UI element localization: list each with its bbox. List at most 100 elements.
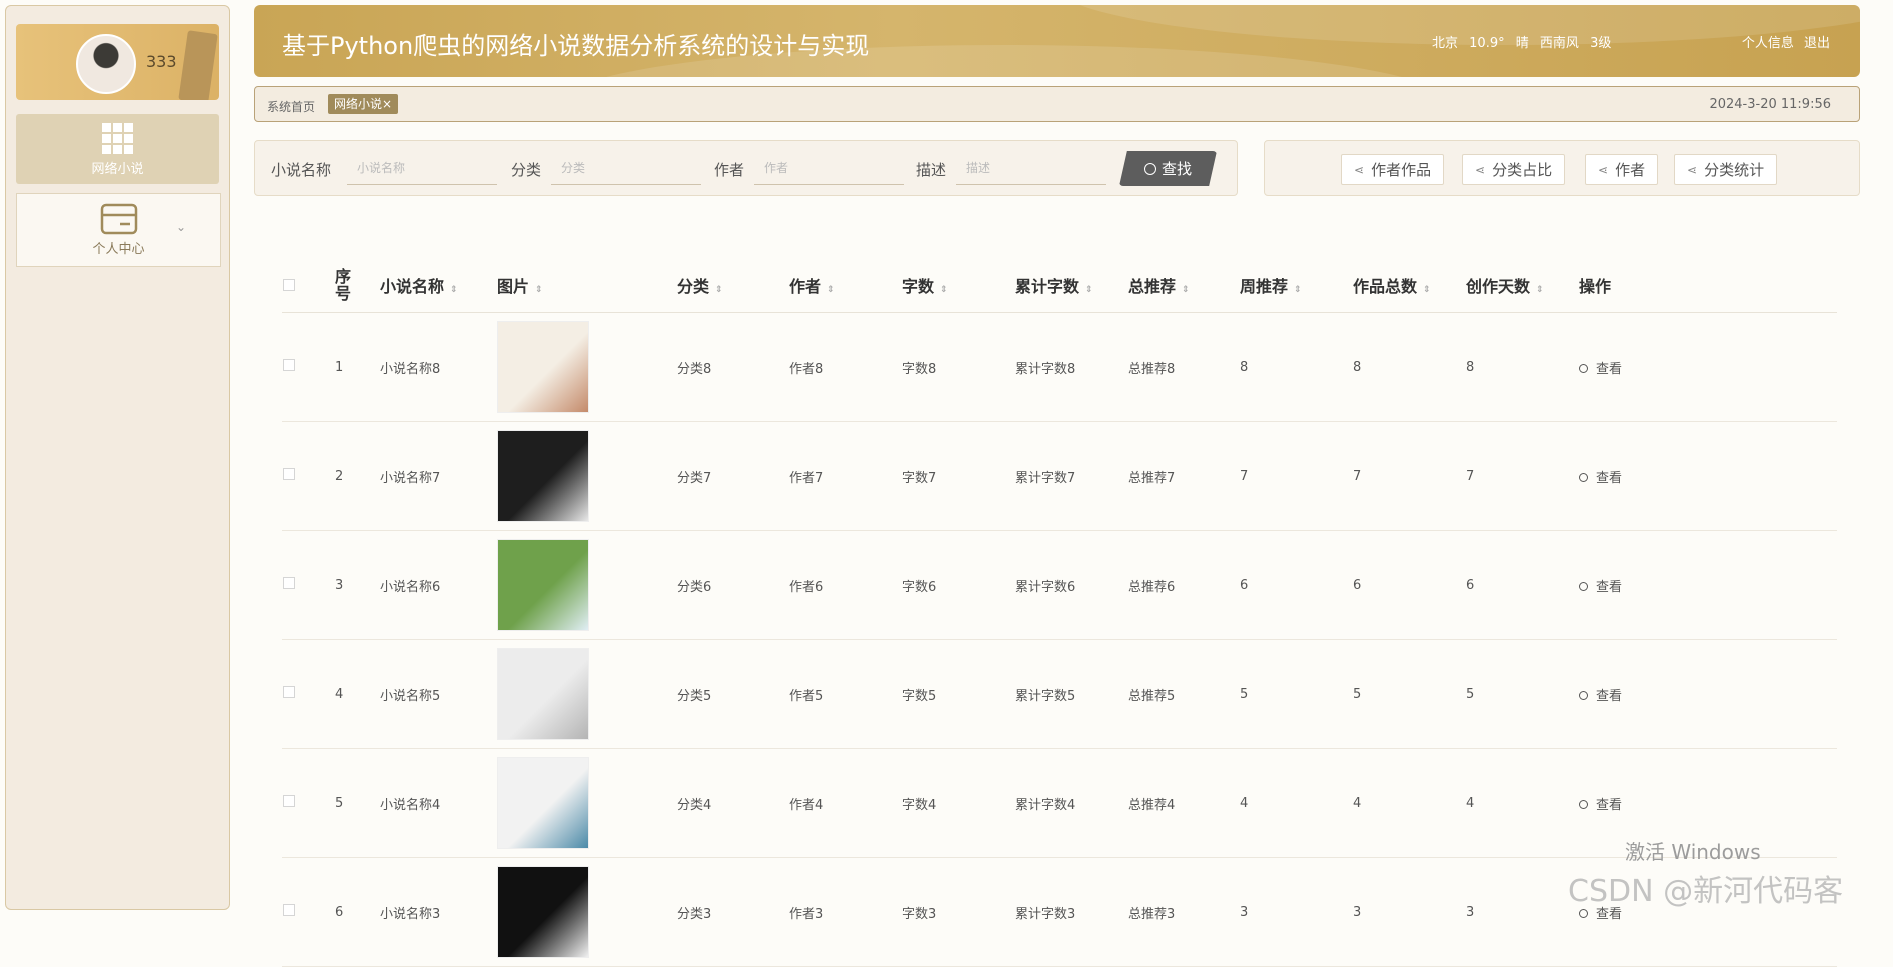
select-cell [282, 639, 334, 749]
author-input[interactable] [754, 151, 904, 185]
book-cover-image[interactable] [497, 757, 589, 849]
view-button[interactable]: 查看 [1579, 798, 1622, 813]
novel-name-input[interactable] [347, 151, 497, 185]
total-words-cell-text: 累计字数5 [1015, 688, 1076, 704]
words-cell: 字数6 [901, 530, 1014, 640]
author-cell: 作者6 [788, 530, 901, 640]
col-total-words[interactable]: 累计字数 ⇕ [1014, 258, 1127, 313]
view-button[interactable]: 查看 [1579, 362, 1622, 377]
chevron-down-icon[interactable]: ⌄ [176, 220, 186, 234]
col-name[interactable]: 小说名称 ⇕ [379, 258, 496, 313]
works-cell: 6 [1352, 530, 1465, 640]
sort-icon[interactable]: ⇕ [535, 285, 543, 295]
sort-icon[interactable]: ⇕ [1182, 285, 1190, 295]
sort-icon[interactable]: ⇕ [1294, 285, 1302, 295]
row-checkbox[interactable] [283, 904, 295, 916]
total-words-cell: 累计字数7 [1014, 421, 1127, 531]
sort-icon[interactable]: ⇕ [1536, 285, 1544, 295]
description-label: 描述 [916, 161, 947, 179]
col-image[interactable]: 图片 ⇕ [496, 258, 676, 313]
book-cover-image[interactable] [497, 866, 589, 958]
col-days[interactable]: 创作天数 ⇕ [1465, 258, 1578, 313]
col-index: 序号 [334, 258, 379, 313]
days-cell: 3 [1465, 857, 1578, 967]
col-works[interactable]: 作品总数 ⇕ [1352, 258, 1465, 313]
category-cell: 分类6 [676, 530, 788, 640]
col-week-rec[interactable]: 周推荐 ⇕ [1239, 258, 1352, 313]
col-works-label: 作品总数 [1353, 277, 1418, 296]
category-cell-text: 分类6 [677, 579, 712, 595]
profile-link[interactable]: 个人信息 [1742, 36, 1794, 51]
search-button[interactable]: 查找 [1119, 151, 1217, 186]
select-cell [282, 312, 334, 422]
days-cell: 7 [1465, 421, 1578, 531]
image-cell [496, 748, 676, 858]
sort-icon[interactable]: ⇕ [715, 285, 723, 295]
sidebar-item-label: 个人中心 [92, 242, 145, 257]
category-stats-button[interactable]: ⋖ 分类统计 [1674, 154, 1778, 185]
category-input[interactable] [551, 151, 701, 185]
image-cell [496, 421, 676, 531]
sidebar-item-personal-center[interactable]: 个人中心 ⌄ [16, 193, 221, 267]
days-cell-text: 5 [1466, 686, 1475, 702]
author-cell-text: 作者5 [789, 688, 824, 704]
col-author[interactable]: 作者 ⇕ [788, 258, 901, 313]
avatar[interactable] [76, 34, 136, 94]
index-cell-text: 3 [335, 577, 344, 593]
total-rec-cell-text: 总推荐3 [1128, 906, 1176, 922]
book-cover-image[interactable] [497, 430, 589, 522]
total-rec-cell-text: 总推荐8 [1128, 361, 1176, 377]
index-cell: 1 [334, 312, 379, 422]
username: 333 [146, 52, 177, 71]
book-cover-image[interactable] [497, 648, 589, 740]
author-cell-text: 作者3 [789, 906, 824, 922]
col-category[interactable]: 分类 ⇕ [676, 258, 788, 313]
row-checkbox[interactable] [283, 577, 295, 589]
select-cell [282, 748, 334, 858]
windows-activation-watermark: 激活 Windows [1625, 840, 1761, 864]
sort-icon[interactable]: ⇕ [450, 285, 458, 295]
logout-link[interactable]: 退出 [1804, 36, 1830, 51]
category-cell-text: 分类7 [677, 470, 712, 486]
category-cell-text: 分类3 [677, 906, 712, 922]
breadcrumb-home[interactable]: 系统首页 [267, 98, 315, 115]
view-button[interactable]: 查看 [1579, 580, 1622, 595]
col-category-label: 分类 [677, 277, 710, 296]
week-rec-cell-text: 4 [1240, 795, 1249, 811]
select-cell [282, 857, 334, 967]
days-cell-text: 6 [1466, 577, 1475, 593]
col-words[interactable]: 字数 ⇕ [901, 258, 1014, 313]
index-cell-text: 2 [335, 468, 344, 484]
words-cell-text: 字数8 [902, 361, 937, 377]
sort-icon[interactable]: ⇕ [1423, 285, 1431, 295]
sort-icon[interactable]: ⇕ [1085, 285, 1093, 295]
header-banner: 基于Python爬虫的网络小说数据分析系统的设计与实现 北京 10.9° 晴 西… [254, 5, 1860, 77]
view-button[interactable]: 查看 [1579, 689, 1622, 704]
view-button[interactable]: 查看 [1579, 471, 1622, 486]
book-cover-image[interactable] [497, 321, 589, 413]
image-cell [496, 857, 676, 967]
row-checkbox[interactable] [283, 359, 295, 371]
select-all-checkbox[interactable] [283, 278, 295, 291]
row-checkbox[interactable] [283, 468, 295, 480]
description-input[interactable] [956, 151, 1106, 185]
col-total-rec[interactable]: 总推荐 ⇕ [1127, 258, 1239, 313]
days-cell: 6 [1465, 530, 1578, 640]
view-button-label: 查看 [1596, 797, 1623, 813]
sidebar-item-novels[interactable]: 网络小说 [16, 114, 219, 184]
author-cell: 作者5 [788, 639, 901, 749]
tab-novels[interactable]: 网络小说× [328, 94, 399, 114]
days-cell-text: 3 [1466, 904, 1475, 920]
row-checkbox[interactable] [283, 795, 295, 807]
author-cell: 作者8 [788, 312, 901, 422]
sort-icon[interactable]: ⇕ [827, 285, 835, 295]
datetime: 2024-3-20 11:9:56 [1709, 97, 1831, 112]
book-cover-image[interactable] [497, 539, 589, 631]
author-works-button[interactable]: ⋖ 作者作品 [1341, 154, 1445, 185]
row-checkbox[interactable] [283, 686, 295, 698]
user-card[interactable]: 333 [16, 24, 219, 100]
author-button[interactable]: ⋖ 作者 [1585, 154, 1659, 185]
sort-icon[interactable]: ⇕ [940, 285, 948, 295]
category-ratio-button[interactable]: ⋖ 分类占比 [1462, 154, 1566, 185]
week-rec-cell-text: 8 [1240, 359, 1249, 375]
